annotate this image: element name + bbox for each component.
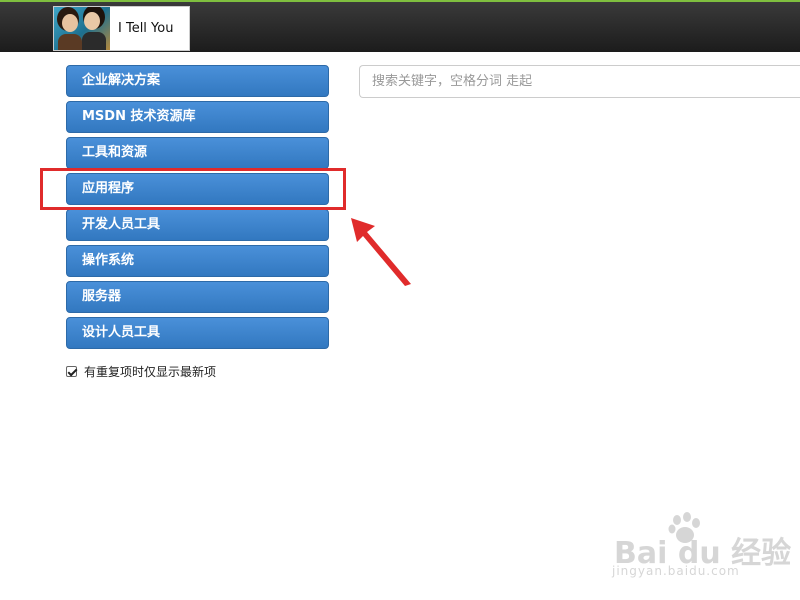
highlight-annotation-box: [40, 168, 346, 210]
search-input[interactable]: [359, 65, 800, 98]
site-logo[interactable]: I Tell You: [53, 6, 190, 51]
nav-item-operating-systems[interactable]: 操作系统: [66, 245, 329, 277]
logo-photo: [54, 7, 110, 50]
nav-item-servers[interactable]: 服务器: [66, 281, 329, 313]
watermark-url: jingyan.baidu.com: [612, 564, 740, 578]
page: I Tell You 企业解决方案 MSDN 技术资源库 工具和资源 应用程序 …: [0, 0, 800, 600]
baidu-jingyan-watermark: Bai du 经验 jingyan.baidu.com: [610, 512, 791, 590]
logo-text: I Tell You: [118, 21, 174, 36]
top-bar: I Tell You: [0, 0, 800, 52]
latest-only-checkbox[interactable]: [66, 366, 77, 377]
latest-only-label: 有重复项时仅显示最新项: [84, 365, 217, 379]
nav-item-msdn-library[interactable]: MSDN 技术资源库: [66, 101, 329, 133]
nav-item-designer-tools[interactable]: 设计人员工具: [66, 317, 329, 349]
nav-item-developer-tools[interactable]: 开发人员工具: [66, 209, 329, 241]
latest-only-option[interactable]: 有重复项时仅显示最新项: [66, 363, 216, 380]
nav-item-enterprise-solutions[interactable]: 企业解决方案: [66, 65, 329, 97]
nav-item-tools-resources[interactable]: 工具和资源: [66, 137, 329, 169]
annotation-arrow-icon: [351, 218, 411, 286]
